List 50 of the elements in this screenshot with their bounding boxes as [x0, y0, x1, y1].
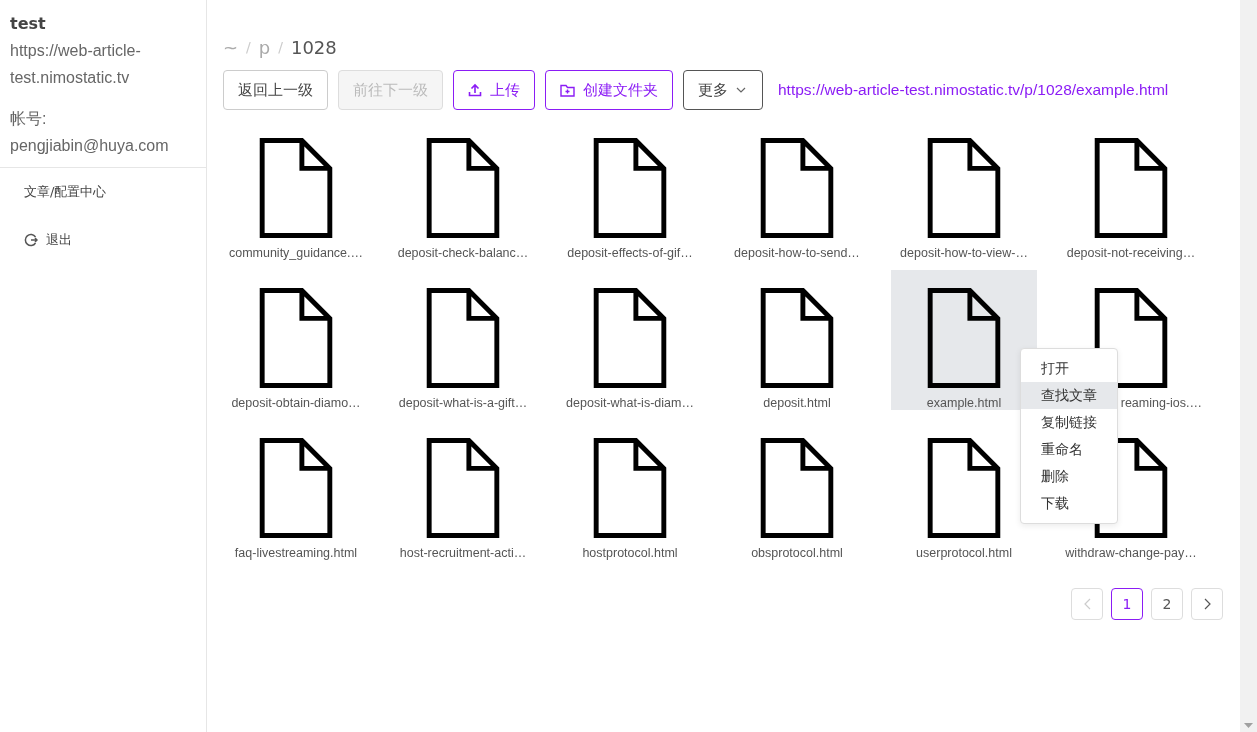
- user-name: test: [10, 13, 47, 35]
- chevron-left-icon: [1083, 598, 1091, 610]
- file-name[interactable]: deposit-how-to-view-…: [900, 246, 1028, 260]
- breadcrumb-separator: /: [246, 39, 251, 55]
- file-name[interactable]: deposit-obtain-diamo…: [231, 396, 361, 410]
- file-name[interactable]: userprotocol.html: [916, 546, 1012, 560]
- menu-item[interactable]: 删除: [1021, 463, 1117, 490]
- chevron-right-icon: [1203, 598, 1211, 610]
- menu-item[interactable]: 打开: [1021, 355, 1117, 382]
- sidebar-item[interactable]: 退出: [0, 216, 206, 264]
- file-name[interactable]: host-recruitment-acti…: [399, 546, 527, 560]
- upload-icon: [468, 83, 482, 97]
- menu-item[interactable]: 重命名: [1021, 436, 1117, 463]
- file-name[interactable]: deposit.html: [763, 396, 831, 410]
- file-name[interactable]: reaming-ios.…: [1120, 396, 1202, 410]
- file-name[interactable]: community_guidance.…: [228, 246, 364, 260]
- toolbar-button[interactable]: 上传: [453, 70, 535, 110]
- folder-plus-icon: [560, 83, 575, 97]
- account-label: 帐号:: [10, 109, 48, 129]
- account-email: pengjiabin@huya.com: [10, 136, 170, 156]
- toolbar-button[interactable]: 创建文件夹: [545, 70, 673, 110]
- breadcrumb-separator: /: [278, 39, 283, 55]
- menu-item[interactable]: 下载: [1021, 490, 1117, 517]
- file-name[interactable]: faq-livestreaming.html: [234, 546, 358, 560]
- file-name[interactable]: deposit-how-to-send…: [734, 246, 860, 260]
- breadcrumb-item[interactable]: 1028: [290, 36, 337, 58]
- sidebar-item[interactable]: 文章/配置中心: [0, 168, 206, 216]
- file-name[interactable]: deposit-effects-of-gif…: [567, 246, 693, 260]
- file-name[interactable]: obsprotocol.html: [751, 546, 843, 560]
- menu-item[interactable]: 复制链接: [1021, 409, 1117, 436]
- file-name[interactable]: deposit-what-is-diam…: [566, 396, 694, 410]
- scroll-down-icon: [1244, 723, 1253, 728]
- next-page-button[interactable]: [1191, 588, 1223, 620]
- file-name[interactable]: example.html: [926, 396, 1002, 410]
- page-button[interactable]: 2: [1151, 588, 1183, 620]
- file-name[interactable]: deposit-not-receiving…: [1066, 246, 1196, 260]
- file-name[interactable]: hostprotocol.html: [582, 546, 678, 560]
- scrollbar[interactable]: [1240, 0, 1257, 732]
- file-name[interactable]: deposit-what-is-a-gift…: [398, 396, 528, 410]
- site-url: https://web-article-test.nimostatic.tv: [10, 41, 142, 88]
- file-name[interactable]: deposit-check-balanc…: [397, 246, 529, 260]
- logout-icon: [24, 233, 38, 247]
- file-item[interactable]: example.html: [891, 270, 1037, 410]
- caret-icon: [736, 87, 746, 93]
- file-name[interactable]: withdraw-change-pay…: [1065, 546, 1197, 560]
- file-url-link[interactable]: https://web-article-test.nimostatic.tv/p/1028/example.html: [778, 81, 1169, 99]
- toolbar-button[interactable]: 更多: [683, 70, 763, 110]
- page-button[interactable]: 1: [1111, 588, 1143, 620]
- toolbar-button[interactable]: 返回上一级: [223, 70, 328, 110]
- menu-item[interactable]: 查找文章: [1021, 382, 1117, 409]
